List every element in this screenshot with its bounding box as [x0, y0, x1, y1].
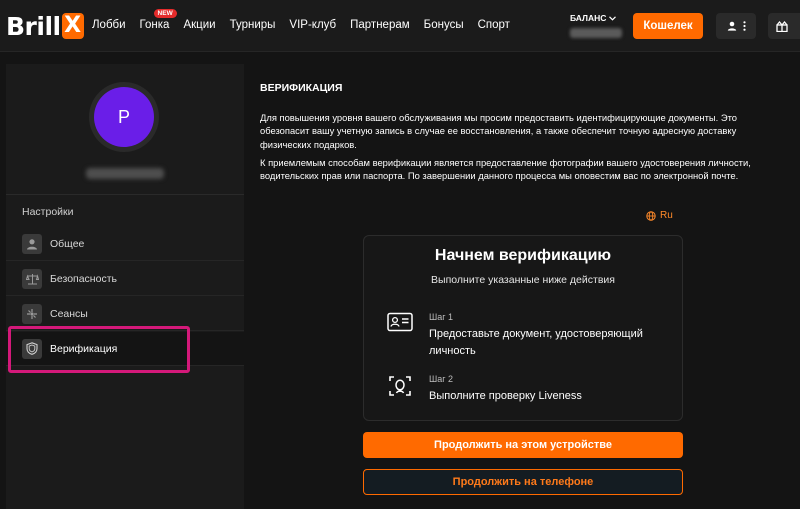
new-badge: NEW	[153, 9, 177, 18]
balance-label-row: БАЛАНС	[570, 13, 624, 23]
face-scan-icon	[387, 374, 413, 400]
nav-item-race-label: Гонка	[139, 19, 170, 31]
sidebar-divider	[6, 194, 244, 195]
main-nav: Лобби Гонка NEW Акции Турниры VIP-клуб П…	[92, 9, 524, 31]
avatar-ring: P	[89, 82, 159, 152]
intro-paragraph: Для повышения уровня вашего обслуживания…	[260, 112, 737, 150]
step-label: Шаг 2	[429, 374, 454, 384]
nav-item-tournaments[interactable]: Турниры	[230, 19, 276, 31]
sidebar-item-general[interactable]: Общее	[6, 227, 244, 261]
scales-icon	[22, 268, 42, 289]
step-text: Предоставьте документ, удостоверяющий ли…	[429, 328, 643, 357]
step-text: Выполните проверку Liveness	[429, 390, 582, 402]
nav-item-promotions[interactable]: Акции	[183, 19, 215, 31]
continue-on-phone-button[interactable]: Продолжить на телефоне	[363, 469, 683, 495]
continue-on-device-button[interactable]: Продолжить на этом устройстве	[363, 432, 683, 458]
profile-sidebar: P Настройки Общее Безопасность Сеансы Ве…	[6, 64, 244, 509]
verification-panel: ВЕРИФИКАЦИЯ Для повышения уровня вашего …	[244, 64, 800, 509]
username-hidden	[86, 168, 164, 179]
sessions-icon	[22, 303, 42, 324]
gift-button[interactable]	[768, 13, 800, 39]
nav-item-partners[interactable]: Партнерам	[350, 19, 410, 31]
methods-paragraph: К приемлемым способам верификации являет…	[260, 157, 751, 182]
id-card-icon	[387, 312, 413, 338]
page-title: ВЕРИФИКАЦИЯ	[260, 82, 343, 94]
wallet-button[interactable]: Кошелек	[633, 13, 703, 39]
balance-label: БАЛАНС	[570, 13, 607, 23]
nav-item-bonuses[interactable]: Бонусы	[424, 19, 464, 31]
user-menu-button[interactable]	[716, 13, 756, 39]
balance-value-hidden	[570, 28, 622, 38]
avatar[interactable]: P	[94, 87, 154, 147]
nav-item-race[interactable]: Гонка NEW	[139, 9, 177, 31]
nav-item-lobby[interactable]: Лобби	[92, 19, 126, 31]
more-vertical-icon	[742, 21, 746, 31]
logo-mark: X	[61, 13, 84, 39]
logo-text: Brill	[6, 11, 61, 41]
step-1: Шаг 1 Предоставьте документ, удостоверяю…	[387, 312, 659, 360]
verification-card: Начнем верификацию Выполните указанные н…	[363, 235, 683, 421]
step-label: Шаг 1	[429, 312, 454, 322]
language-label: Ru	[660, 210, 673, 221]
sidebar-item-security[interactable]: Безопасность	[6, 262, 244, 296]
globe-icon	[646, 210, 656, 221]
chevron-down-icon	[609, 15, 617, 21]
step-2: Шаг 2 Выполните проверку Liveness	[387, 374, 659, 405]
card-title: Начнем верификацию	[434, 247, 612, 264]
balance-dropdown[interactable]: БАЛАНС	[570, 13, 624, 38]
card-subtitle: Выполните указанные ниже действия	[431, 274, 615, 286]
sidebar-item-label: Общее	[50, 237, 85, 250]
sidebar-item-label: Сеансы	[50, 307, 88, 320]
nav-item-vip-club[interactable]: VIP-клуб	[289, 19, 336, 31]
nav-item-sport[interactable]: Спорт	[478, 19, 510, 31]
language-selector[interactable]: Ru	[646, 210, 673, 221]
gift-icon	[776, 20, 788, 32]
sidebar-item-label: Безопасность	[50, 272, 117, 285]
brillx-logo[interactable]: Brill X	[6, 11, 84, 41]
annotation-highlight-box	[8, 326, 190, 373]
user-icon	[727, 21, 736, 31]
top-header: Brill X Лобби Гонка NEW Акции Турниры VIP…	[0, 0, 800, 52]
settings-heading: Настройки	[22, 206, 74, 218]
user-icon	[22, 233, 42, 254]
